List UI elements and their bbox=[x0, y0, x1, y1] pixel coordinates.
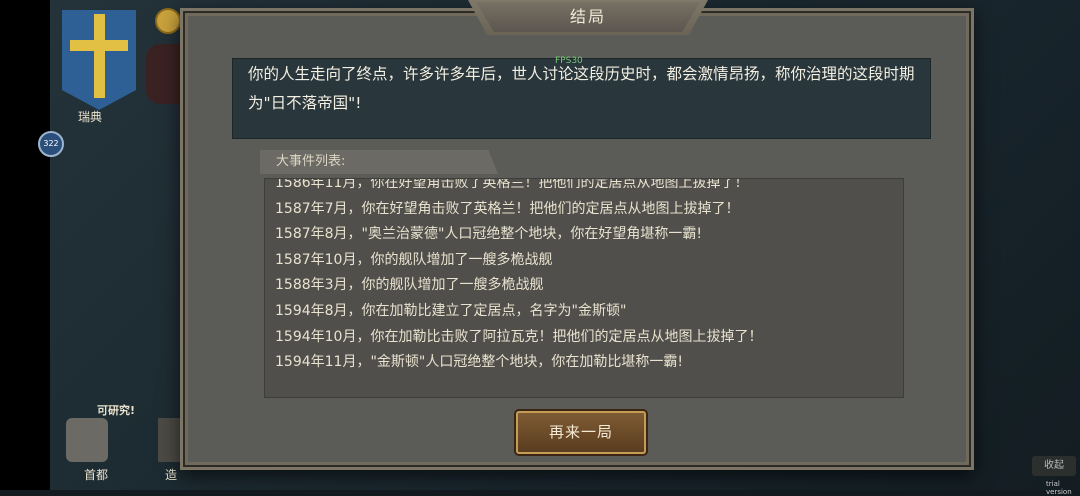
fps-overlay: FPS30 bbox=[555, 56, 583, 66]
build-icon[interactable] bbox=[158, 418, 182, 462]
coin-icon bbox=[155, 8, 181, 34]
capital-icon[interactable] bbox=[66, 418, 108, 462]
collapse-button[interactable]: 收起 bbox=[1032, 456, 1076, 476]
dialog-title: 结局 bbox=[476, 2, 700, 32]
research-available-label: 可研究! bbox=[97, 404, 136, 417]
event-row: 1594年10月，你在加勒比击败了阿拉瓦克！把他们的定居点从地图上拔掉了！ bbox=[275, 328, 763, 345]
event-list-label: 大事件列表: bbox=[276, 154, 346, 169]
event-row: 1587年8月，"奥兰治蒙德"人口冠绝整个地块，你在好望角堪称一霸! bbox=[275, 226, 703, 243]
event-row: 1594年11月，"金斯顿"人口冠绝整个地块，你在加勒比堪称一霸! bbox=[275, 354, 683, 371]
trial-version-label: trial version bbox=[1046, 480, 1072, 496]
wreath-badge-icon bbox=[146, 44, 180, 104]
country-name: 瑞典 bbox=[77, 110, 102, 124]
event-list[interactable]: 1586年11月，你在好望角击败了英格兰！把他们的定居点从地图上拔掉了！ 158… bbox=[264, 178, 904, 398]
play-again-button[interactable]: 再来一局 bbox=[516, 411, 646, 454]
letterbox bbox=[0, 0, 50, 490]
city-marker[interactable]: 322 bbox=[38, 131, 64, 157]
event-row: 1588年3月，你的舰队增加了一艘多桅战舰 bbox=[275, 277, 544, 294]
event-row: 1594年8月，你在加勒比建立了定居点，名字为"金斯顿" bbox=[275, 302, 627, 319]
event-row: 1587年7月，你在好望角击败了英格兰！把他们的定居点从地图上拔掉了！ bbox=[275, 200, 740, 217]
country-flag-icon[interactable] bbox=[62, 10, 136, 110]
ending-message: 你的人生走向了终点，许多许多年后，世人讨论这段历史时，都会激情昂扬，称你治理的这… bbox=[248, 65, 915, 112]
capital-label: 首都 bbox=[84, 468, 109, 482]
build-label: 造 bbox=[165, 468, 178, 482]
event-row: 1587年10月，你的舰队增加了一艘多桅战舰 bbox=[275, 251, 553, 268]
event-row: 1586年11月，你在好望角击败了英格兰！把他们的定居点从地图上拔掉了！ bbox=[275, 178, 749, 191]
